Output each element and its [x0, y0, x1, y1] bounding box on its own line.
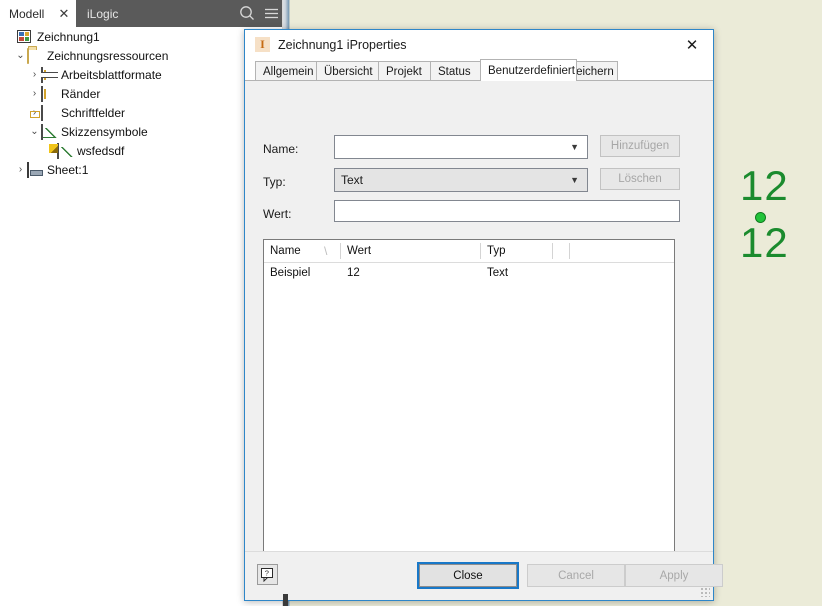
tree-node-label: wsfedsdf: [77, 143, 125, 158]
canvas-dimension-text-bottom[interactable]: 12: [740, 222, 789, 264]
drawing-document-icon: [17, 29, 33, 44]
sketched-symbol-edit-icon: [57, 142, 73, 159]
chevron-right-icon[interactable]: ›: [28, 69, 41, 80]
tree-node-label: Sheet:1: [47, 162, 89, 177]
hamburger-menu-icon[interactable]: [262, 4, 281, 23]
iproperties-icon: I: [255, 37, 270, 52]
tab-label: Status: [438, 65, 471, 78]
dialog-title-bar[interactable]: I Zeichnung1 iProperties ✕: [245, 30, 713, 59]
tab-label: Benutzerdefiniert: [488, 64, 575, 77]
chevron-down-icon[interactable]: ⌄: [14, 50, 27, 61]
name-label: Name:: [263, 142, 299, 156]
tab-label: Allgemein: [263, 65, 314, 78]
tree-node-zeichnung1[interactable]: › Zeichnung1: [0, 27, 282, 46]
folder-icon: [27, 47, 43, 64]
add-button[interactable]: Hinzufügen: [600, 135, 680, 157]
dialog-footer: ? Close Cancel Apply: [245, 551, 723, 600]
apply-button-label: Apply: [659, 569, 689, 582]
tree-node-schriftfelder[interactable]: › Schriftfelder: [0, 103, 282, 122]
column-header-typ[interactable]: Typ: [481, 240, 552, 262]
search-icon[interactable]: [238, 4, 257, 23]
chevron-down-icon[interactable]: ▼: [570, 169, 579, 191]
apply-button[interactable]: Apply: [625, 564, 723, 587]
add-button-label: Hinzufügen: [610, 140, 670, 152]
border-icon: [41, 85, 57, 102]
tree-node-label: Zeichnungsressourcen: [47, 48, 169, 63]
sketched-symbol-icon: [41, 123, 57, 140]
tree-node-sheet1[interactable]: › Sheet:1: [0, 160, 282, 179]
column-header-wert[interactable]: Wert: [341, 240, 480, 262]
tree-node-label: Zeichnung1: [37, 29, 100, 44]
canvas-bottom-marker: [283, 594, 288, 606]
tab-projekt[interactable]: Projekt: [378, 61, 431, 81]
tab-benutzerdefiniert[interactable]: Benutzerdefiniert: [480, 59, 577, 81]
sheet-icon: [27, 161, 43, 178]
tree-node-label: Ränder: [61, 86, 101, 101]
list-header-row: Name / Wert Typ: [264, 240, 674, 263]
help-question-icon[interactable]: ?: [257, 564, 278, 585]
tab-label: Übersicht: [324, 65, 373, 78]
dialog-title: Zeichnung1 iProperties: [278, 37, 407, 52]
tab-allgemein[interactable]: Allgemein: [255, 61, 317, 81]
browser-tab-bar: Modell ✕ iLogic: [0, 0, 282, 27]
resize-grip-icon[interactable]: [700, 587, 710, 597]
name-combobox[interactable]: ▼: [334, 135, 588, 159]
tree-node-raender[interactable]: › Ränder: [0, 84, 282, 103]
close-button[interactable]: Close: [417, 562, 519, 589]
cell-type: Text: [487, 267, 509, 279]
title-block-icon: [41, 104, 57, 121]
close-icon[interactable]: ✕: [671, 30, 713, 59]
browser-tab-modell-label: Modell: [9, 6, 45, 21]
tree-node-zeichnungsressourcen[interactable]: ⌄ Zeichnungsressourcen: [0, 46, 282, 65]
tree-node-label: Arbeitsblattformate: [61, 67, 162, 82]
tree-node-arbeitsblattformate[interactable]: › Arbeitsblattformate: [0, 65, 282, 84]
iproperties-dialog: I Zeichnung1 iProperties ✕ Allgemein Übe…: [244, 29, 723, 601]
tab-label: Projekt: [386, 65, 422, 78]
model-browser-panel: Modell ✕ iLogic › Zeichnung1: [0, 0, 283, 606]
close-button-label: Close: [453, 569, 483, 582]
tree-node-label: Schriftfelder: [61, 105, 126, 120]
cell-value: 12: [347, 267, 360, 279]
column-divider[interactable]: [569, 243, 570, 259]
column-divider[interactable]: [552, 243, 553, 259]
type-combobox-value: Text: [341, 173, 364, 187]
value-label: Wert:: [263, 207, 292, 221]
dialog-body: Name: ▼ Hinzufügen Typ: Text ▼ Löschen W…: [245, 81, 713, 555]
cancel-button-label: Cancel: [558, 569, 594, 582]
model-tree: › Zeichnung1 ⌄ Zeichnungsressourcen › Ar…: [0, 27, 282, 179]
sort-ascending-icon[interactable]: /: [324, 244, 327, 258]
dialog-tab-bar: Allgemein Übersicht Projekt Status Benut…: [245, 59, 713, 81]
delete-button[interactable]: Löschen: [600, 168, 680, 190]
browser-tab-ilogic-label: iLogic: [87, 6, 119, 21]
cancel-button[interactable]: Cancel: [527, 564, 625, 587]
tab-status[interactable]: Status: [430, 61, 481, 81]
table-row[interactable]: Beispiel 12 Text: [264, 263, 674, 283]
chevron-right-icon[interactable]: ›: [28, 88, 41, 99]
close-icon[interactable]: ✕: [52, 0, 76, 27]
tree-node-label: Skizzensymbole: [61, 124, 148, 139]
delete-button-label: Löschen: [618, 173, 662, 185]
chevron-down-icon[interactable]: ⌄: [28, 126, 41, 137]
tab-uebersicht[interactable]: Übersicht: [316, 61, 379, 81]
sheet-format-icon: [41, 66, 57, 83]
chevron-icon: ›: [4, 32, 17, 42]
canvas-dimension-text-top[interactable]: 12: [740, 165, 789, 207]
custom-properties-list[interactable]: Name / Wert Typ Beispiel 12 Text: [263, 239, 675, 555]
type-label: Typ:: [263, 175, 286, 189]
type-combobox[interactable]: Text ▼: [334, 168, 588, 192]
value-input[interactable]: [334, 200, 680, 222]
tree-node-skizzensymbole[interactable]: ⌄ Skizzensymbole: [0, 122, 282, 141]
tree-node-wsfedsdf[interactable]: › wsfedsdf: [0, 141, 282, 160]
cell-name: Beispiel: [270, 267, 311, 279]
svg-text:?: ?: [264, 568, 268, 577]
chevron-right-icon[interactable]: ›: [14, 164, 27, 175]
chevron-down-icon[interactable]: ▼: [570, 136, 579, 158]
